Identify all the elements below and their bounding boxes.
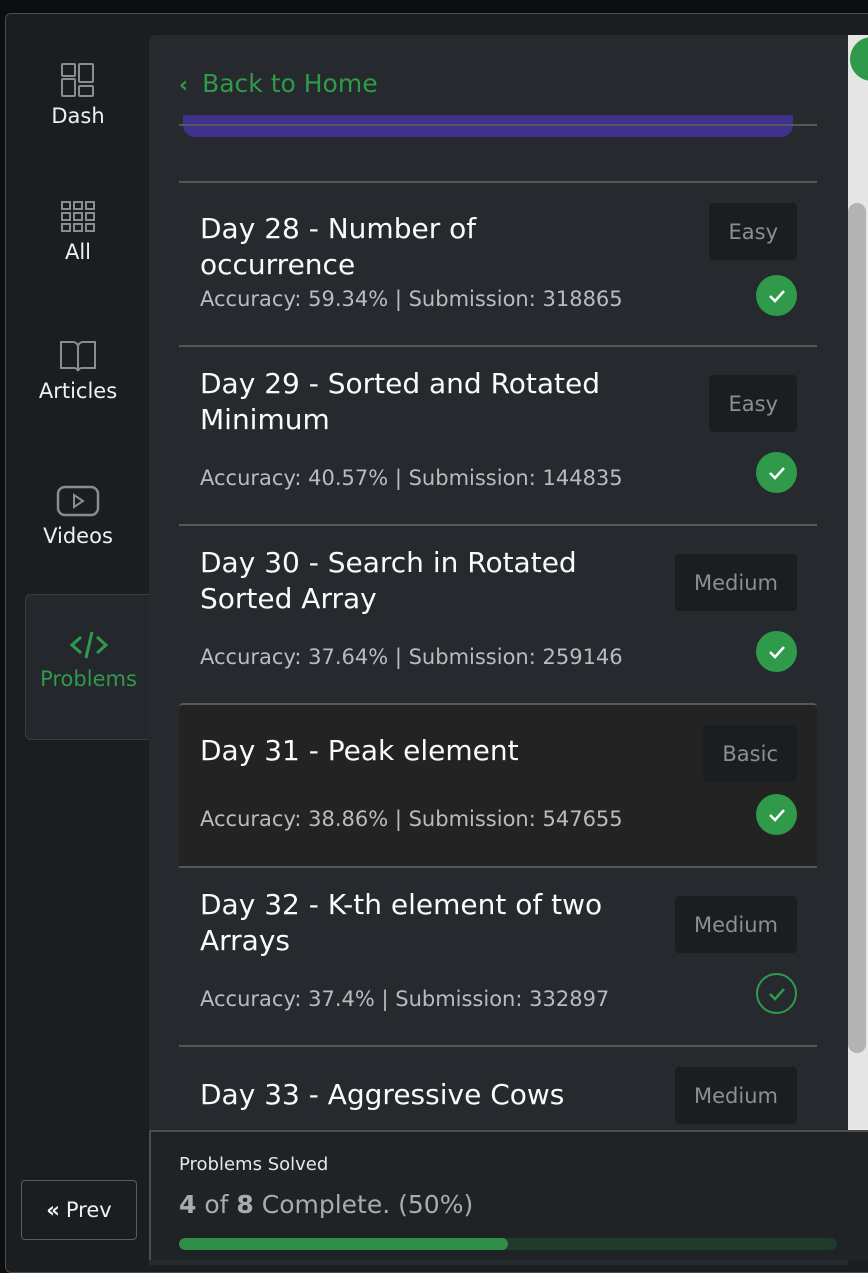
problem-row[interactable]: Day 29 - Sorted and Rotated Minimum Accu… [179, 345, 817, 524]
problem-row[interactable]: Day 31 - Peak element Accuracy: 38.86% |… [179, 703, 817, 866]
difficulty-badge: Medium [675, 896, 797, 953]
solved-check-icon [756, 275, 797, 316]
difficulty-badge: Easy [709, 203, 797, 260]
problem-title[interactable]: Day 28 - Number of occurrence [200, 211, 630, 283]
sidebar-item-label: Videos [43, 524, 113, 548]
check-outline-icon [756, 973, 797, 1014]
sidebar-item-label: All [64, 240, 92, 264]
grid-icon [61, 201, 95, 232]
problem-row[interactable]: Day 32 - K-th element of two Arrays Accu… [179, 866, 817, 1045]
book-icon [60, 341, 96, 372]
difficulty-badge: Basic [703, 725, 797, 782]
progress-text: 4 of 8 Complete. (50%) [179, 1190, 473, 1219]
problem-row[interactable]: Day 30 - Search in Rotated Sorted Array … [179, 524, 817, 703]
prev-label: Prev [65, 1198, 112, 1222]
problem-title[interactable]: Day 32 - K-th element of two Arrays [200, 887, 630, 959]
progress-footer: Problems Solved 4 of 8 Complete. (50%) [149, 1130, 868, 1260]
dashboard-icon [61, 63, 94, 97]
problem-stats: Accuracy: 59.34% | Submission: 318865 [200, 287, 623, 311]
back-to-home-link[interactable]: ‹ Back to Home [179, 69, 378, 98]
problem-title[interactable]: Day 29 - Sorted and Rotated Minimum [200, 366, 630, 438]
sidebar-item-label: Articles [38, 379, 118, 403]
sidebar-item-problems[interactable]: Problems [25, 594, 151, 740]
problem-stats: Accuracy: 40.57% | Submission: 144835 [200, 466, 623, 490]
sidebar-item-videos[interactable]: Videos [6, 484, 150, 548]
prev-button[interactable]: «Prev [21, 1180, 137, 1240]
problem-title[interactable]: Day 31 - Peak element [200, 733, 630, 769]
code-icon [69, 631, 108, 659]
chevron-left-icon: ‹ [179, 73, 189, 98]
banner-bar [183, 115, 793, 137]
problem-stats: Accuracy: 38.86% | Submission: 547655 [200, 807, 623, 831]
sidebar-item-all[interactable]: All [6, 200, 150, 264]
progress-bar [179, 1238, 837, 1250]
scrollbar-thumb[interactable] [848, 203, 866, 1053]
double-chevron-left-icon: « [46, 1198, 60, 1222]
problem-stats: Accuracy: 37.64% | Submission: 259146 [200, 645, 623, 669]
solved-check-icon [756, 794, 797, 835]
progress-label: Problems Solved [179, 1154, 329, 1175]
difficulty-badge: Medium [675, 554, 797, 611]
sidebar-item-dash[interactable]: Dash [6, 62, 150, 128]
solved-check-icon [756, 452, 797, 493]
difficulty-badge: Medium [675, 1067, 797, 1124]
sidebar-item-articles[interactable]: Articles [6, 339, 150, 403]
sidebar: Dash All Articles Videos Problems «Prev [6, 14, 151, 1272]
solved-count: 4 [179, 1190, 197, 1219]
progress-suffix: Complete. (50%) [253, 1190, 474, 1219]
problem-title[interactable]: Day 30 - Search in Rotated Sorted Array [200, 545, 630, 617]
sidebar-item-label: Dash [51, 104, 105, 128]
back-label: Back to Home [202, 69, 378, 98]
problem-stats: Accuracy: 37.4% | Submission: 332897 [200, 987, 610, 1011]
total-count: 8 [236, 1190, 254, 1219]
difficulty-badge: Easy [709, 375, 797, 432]
progress-fill [179, 1238, 508, 1250]
video-icon [56, 485, 100, 517]
solved-check-icon [756, 631, 797, 672]
of-text: of [196, 1190, 237, 1219]
problem-row[interactable]: Day 28 - Number of occurrence Accuracy: … [179, 181, 817, 345]
sidebar-item-label: Problems [40, 667, 137, 691]
problem-title[interactable]: Day 33 - Aggressive Cows [200, 1077, 630, 1113]
divider [179, 124, 817, 126]
problems-panel: ‹ Back to Home Day 28 - Number of occurre… [149, 35, 848, 1265]
